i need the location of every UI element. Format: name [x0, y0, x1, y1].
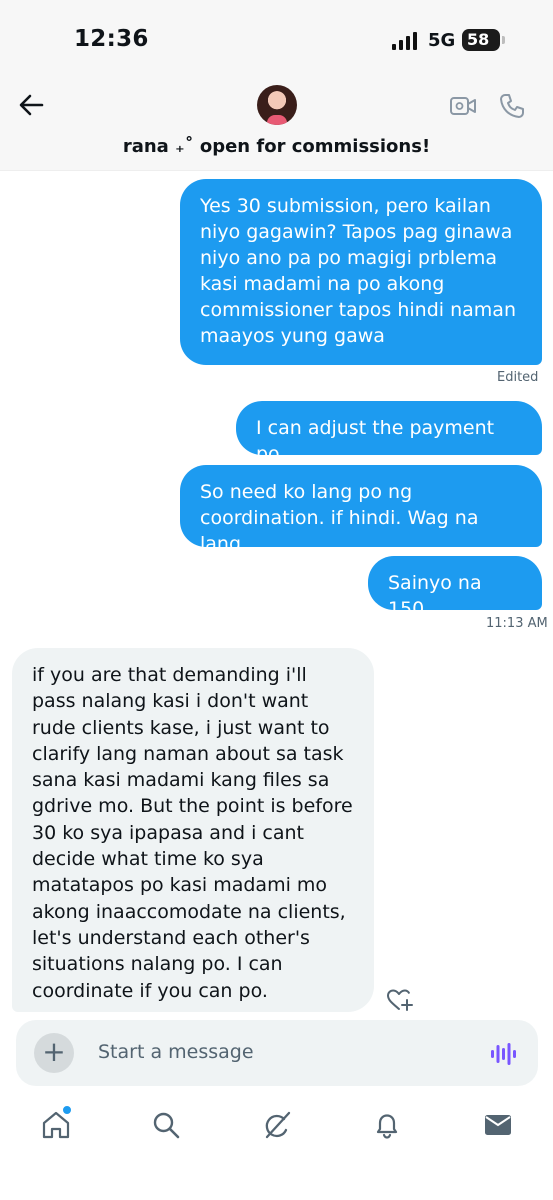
message-bubble-outgoing[interactable]: Yes 30 submission, pero kailan niyo gaga… [180, 179, 542, 365]
message-composer[interactable]: + Start a message [16, 1020, 538, 1086]
back-arrow-icon[interactable] [14, 88, 48, 122]
message-bubble-outgoing[interactable]: Sainyo na 150 [368, 556, 542, 620]
message-timestamp: 11:13 AM [486, 616, 548, 631]
conversation-header: rana ₊˚ open for commissions! [0, 80, 553, 171]
phone-icon[interactable] [498, 92, 526, 120]
grok-icon[interactable] [262, 1110, 292, 1140]
avatar[interactable] [257, 85, 297, 125]
add-reaction-icon[interactable] [386, 988, 414, 1012]
status-time: 12:36 [74, 26, 149, 52]
message-bubble-outgoing[interactable]: I can adjust the payment po [236, 401, 542, 465]
network-label: 5G [428, 30, 456, 51]
battery-icon: 58 [462, 29, 505, 51]
mail-icon[interactable] [483, 1110, 513, 1140]
video-call-icon[interactable] [449, 94, 477, 118]
message-input[interactable]: Start a message [98, 1041, 254, 1063]
bottom-tab-bar [0, 1096, 553, 1200]
search-icon[interactable] [151, 1110, 181, 1140]
signal-icon [392, 32, 417, 50]
voice-icon[interactable] [490, 1042, 516, 1066]
notification-dot [62, 1105, 72, 1115]
message-bubble-incoming[interactable]: if you are that demanding i'll pass nala… [12, 648, 374, 1012]
battery-level: 58 [467, 30, 490, 49]
bell-icon[interactable] [372, 1110, 402, 1140]
edited-label: Edited [497, 370, 539, 385]
status-bar: 12:36 5G 58 [0, 0, 553, 80]
contact-name[interactable]: rana ₊˚ open for commissions! [0, 136, 553, 157]
message-bubble-outgoing[interactable]: So need ko lang po ng coordination. if h… [180, 465, 542, 555]
plus-icon[interactable]: + [34, 1033, 74, 1073]
